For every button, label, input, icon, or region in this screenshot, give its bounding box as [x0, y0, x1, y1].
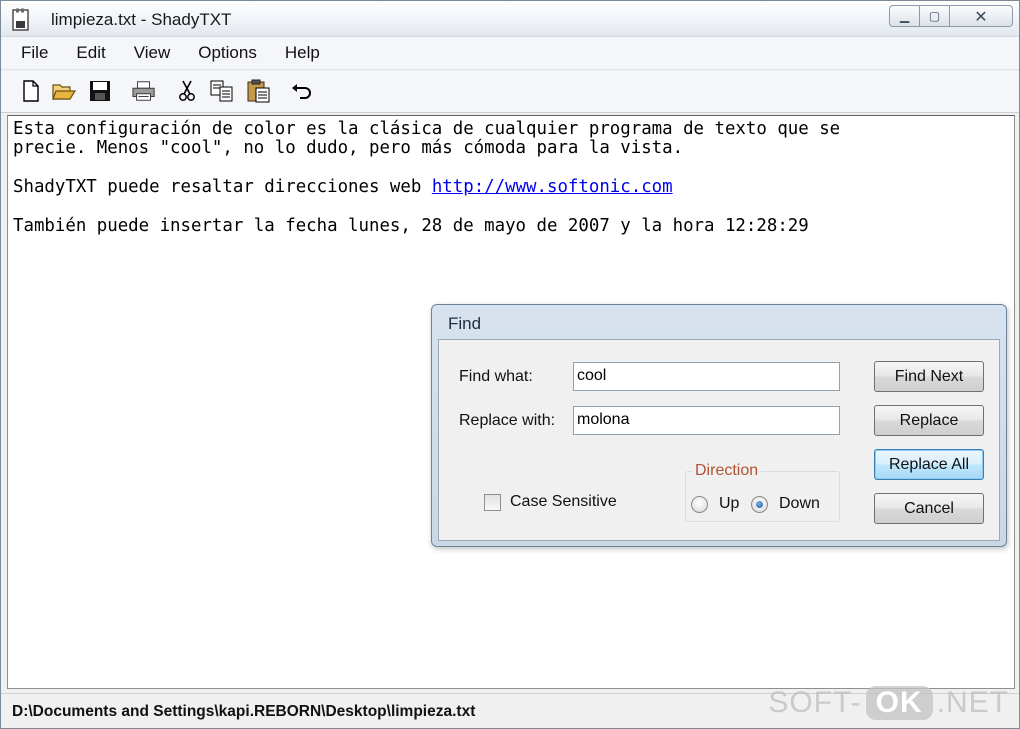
- dialog-title: Find: [448, 314, 482, 333]
- undo-icon[interactable]: [290, 79, 314, 103]
- close-icon: ✕: [974, 6, 988, 26]
- print-icon[interactable]: [132, 79, 156, 103]
- window-title: limpieza.txt - ShadyTXT: [51, 10, 232, 29]
- watermark: SOFT- OK .NET: [768, 686, 1009, 720]
- menu-bar: File Edit View Options Help: [1, 37, 1019, 70]
- copy-icon[interactable]: [210, 79, 234, 103]
- close-button[interactable]: ✕: [949, 5, 1013, 27]
- case-sensitive-checkbox[interactable]: [484, 494, 501, 511]
- direction-legend: Direction: [692, 462, 762, 480]
- watermark-text: .NET: [936, 686, 1009, 719]
- paste-icon[interactable]: [247, 79, 271, 103]
- replace-button[interactable]: Replace: [874, 405, 984, 436]
- maximize-button[interactable]: ▢: [919, 5, 949, 27]
- find-what-label: Find what:: [459, 368, 533, 385]
- toolbar: [1, 71, 1019, 113]
- minimize-button[interactable]: ▁: [889, 5, 919, 27]
- cancel-button[interactable]: Cancel: [874, 493, 984, 524]
- file-path: D:\Documents and Settings\kapi.REBORN\De…: [12, 703, 476, 720]
- app-window: limpieza.txt - ShadyTXT ▁ ▢ ✕ File Edit …: [0, 0, 1020, 729]
- find-what-input[interactable]: cool: [573, 362, 840, 391]
- menu-edit[interactable]: Edit: [66, 43, 115, 63]
- status-bar: D:\Documents and Settings\kapi.REBORN\De…: [1, 686, 1019, 728]
- editor-line-text: ShadyTXT puede resaltar direcciones web: [13, 177, 432, 197]
- maximize-icon: ▢: [928, 9, 941, 23]
- minimize-icon: ▁: [899, 9, 910, 23]
- open-folder-icon[interactable]: [52, 79, 76, 103]
- find-dialog: Find Find what: cool Replace with: molon…: [431, 304, 1007, 547]
- replace-with-label: Replace with:: [459, 412, 556, 429]
- dialog-body: Find what: cool Replace with: molona Cas…: [438, 339, 1000, 541]
- watermark-text: OK: [865, 686, 933, 720]
- new-document-icon[interactable]: [19, 79, 43, 103]
- menu-file[interactable]: File: [11, 43, 58, 63]
- direction-down-label[interactable]: Down: [779, 495, 820, 513]
- hyperlink[interactable]: http://www.softonic.com: [432, 177, 673, 197]
- direction-up-radio[interactable]: [691, 496, 708, 513]
- watermark-text: SOFT-: [768, 686, 862, 719]
- menu-help[interactable]: Help: [275, 43, 330, 63]
- replace-with-input[interactable]: molona: [573, 406, 840, 435]
- notepad-document-icon: [12, 8, 29, 31]
- editor-line: precie. Menos "cool", no lo dudo, pero m…: [13, 138, 684, 158]
- editor-line: ShadyTXT puede resaltar direcciones web …: [13, 177, 673, 197]
- direction-down-radio[interactable]: [751, 496, 768, 513]
- title-bar[interactable]: limpieza.txt - ShadyTXT ▁ ▢ ✕: [1, 1, 1019, 37]
- save-icon[interactable]: [88, 79, 112, 103]
- direction-up-label[interactable]: Up: [719, 495, 739, 513]
- case-sensitive-label[interactable]: Case Sensitive: [510, 493, 617, 511]
- find-next-button[interactable]: Find Next: [874, 361, 984, 392]
- caption-buttons: ▁ ▢ ✕: [889, 5, 1013, 27]
- replace-all-button[interactable]: Replace All: [874, 449, 984, 480]
- cut-icon[interactable]: [175, 79, 199, 103]
- menu-options[interactable]: Options: [188, 43, 267, 63]
- editor-line: Esta configuración de color es la clásic…: [13, 119, 841, 139]
- editor-line: También puede insertar la fecha lunes, 2…: [13, 216, 809, 236]
- menu-view[interactable]: View: [124, 43, 181, 63]
